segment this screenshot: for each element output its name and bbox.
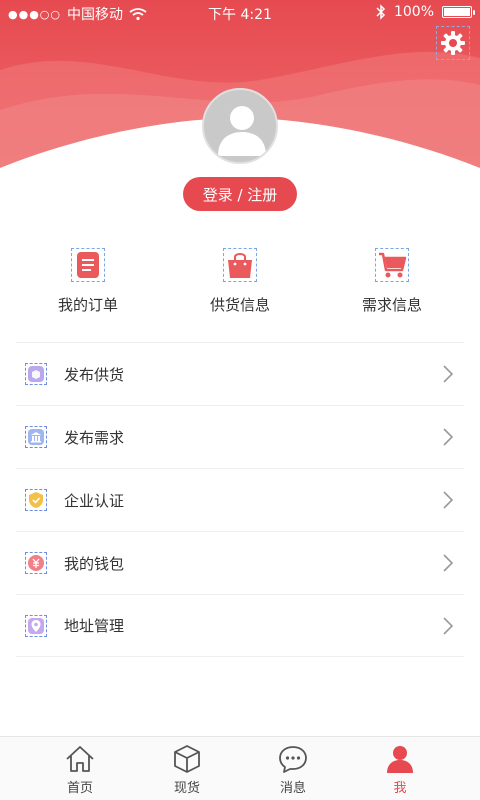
gear-icon: [441, 31, 465, 55]
profile-menu-list: 发布供货 发布需求 企业认证 我的钱包 地址管理: [16, 342, 464, 657]
wallet-icon: [25, 552, 47, 574]
menu-item-label: 我的钱包: [64, 554, 125, 573]
chevron-right-icon: [443, 491, 454, 509]
chevron-right-icon: [443, 365, 454, 383]
menu-item-my-wallet[interactable]: 我的钱包: [16, 531, 464, 594]
tab-spot-goods[interactable]: 现货: [147, 743, 227, 796]
user-avatar[interactable]: [202, 88, 278, 164]
login-register-button[interactable]: 登录 / 注册: [183, 177, 297, 211]
quick-entry-label: 供货信息: [209, 296, 270, 314]
settings-button[interactable]: [436, 26, 470, 60]
menu-item-enterprise-certification[interactable]: 企业认证: [16, 468, 464, 531]
tab-me[interactable]: 我: [360, 743, 440, 796]
bottom-tab-bar: 首页 现货 消息 我: [0, 736, 480, 800]
quick-entry-my-orders[interactable]: 我的订单: [28, 242, 148, 315]
profile-header: ●●●○○ 中国移动 下午 4:21 100% 登录 / 注册: [0, 0, 480, 260]
menu-item-label: 企业认证: [64, 491, 125, 510]
quick-entry-demand-info[interactable]: 需求信息: [332, 242, 452, 315]
battery-percentage: 100%: [393, 4, 434, 20]
menu-item-label: 发布需求: [64, 428, 125, 447]
message-bubble-icon: [279, 746, 307, 773]
menu-item-publish-supply[interactable]: 发布供货: [16, 342, 464, 405]
publish-supply-icon: [25, 363, 47, 385]
menu-item-label: 发布供货: [64, 365, 125, 384]
publish-demand-icon: [25, 426, 47, 448]
location-pin-icon: [25, 614, 47, 637]
quick-entry-label: 需求信息: [361, 296, 422, 314]
shopping-bag-icon: [223, 248, 257, 282]
quick-entries: 我的订单 供货信息 需求信息: [0, 242, 480, 322]
tab-label: 首页: [66, 781, 93, 796]
quick-entry-supply-info[interactable]: 供货信息: [180, 242, 300, 315]
chevron-right-icon: [443, 428, 454, 446]
order-list-icon: [71, 248, 105, 282]
quick-entry-label: 我的订单: [57, 296, 118, 314]
battery-icon: [442, 6, 475, 18]
profile-icon: [387, 746, 413, 773]
tab-label: 我: [393, 781, 407, 796]
status-bar: ●●●○○ 中国移动 下午 4:21 100%: [0, 0, 480, 26]
menu-item-address-management[interactable]: 地址管理: [16, 594, 464, 657]
menu-item-label: 地址管理: [64, 617, 125, 635]
tab-label: 现货: [173, 781, 200, 796]
tab-messages[interactable]: 消息: [253, 743, 333, 796]
tab-label: 消息: [279, 781, 306, 796]
shopping-cart-icon: [375, 248, 409, 282]
tab-home[interactable]: 首页: [40, 743, 120, 796]
bluetooth-icon: [376, 4, 386, 20]
box-icon: [174, 745, 200, 773]
chevron-right-icon: [443, 617, 454, 635]
certification-badge-icon: [25, 489, 47, 511]
menu-item-publish-demand[interactable]: 发布需求: [16, 405, 464, 468]
chevron-right-icon: [443, 554, 454, 572]
home-icon: [66, 746, 94, 772]
